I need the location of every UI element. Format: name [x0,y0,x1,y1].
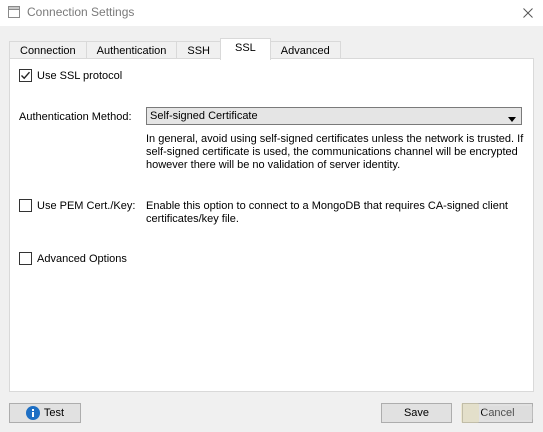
close-button[interactable] [513,0,543,26]
tab-strip: Connection Authentication SSH SSL Advanc… [9,38,341,60]
use-pem-row: Use PEM Cert./Key: [19,199,135,212]
chevron-down-icon [508,113,516,125]
use-ssl-checkbox[interactable] [19,69,32,82]
title-bar: Connection Settings [0,0,543,26]
use-pem-help: Enable this option to connect to a Mongo… [146,200,508,225]
test-button-label: Test [43,407,65,419]
tab-ssl[interactable]: SSL [220,38,271,60]
advanced-options-row: Advanced Options [19,252,127,265]
info-icon [25,406,40,420]
window-title: Connection Settings [27,5,135,19]
ssl-tab-panel: Use SSL protocol Authentication Method: … [9,58,534,392]
app-icon [8,6,20,18]
advanced-options-checkbox[interactable] [19,252,32,265]
advanced-options-label: Advanced Options [37,252,127,265]
auth-method-label: Authentication Method: [19,111,132,123]
auth-method-help: In general, avoid using self-signed cert… [146,133,524,171]
test-button[interactable]: Test [9,403,81,423]
cancel-button[interactable]: Cancel [462,403,533,423]
use-pem-checkbox[interactable] [19,199,32,212]
use-ssl-row: Use SSL protocol [19,69,122,82]
save-button-label: Save [403,407,430,419]
use-pem-label: Use PEM Cert./Key: [37,199,136,212]
close-icon [523,8,533,18]
use-ssl-label: Use SSL protocol [37,69,123,82]
cancel-button-label: Cancel [480,407,515,419]
checkmark-icon [21,71,31,80]
save-button[interactable]: Save [381,403,452,423]
auth-method-select[interactable]: Self-signed Certificate [146,107,522,125]
connection-settings-window: Connection Settings Connection Authentic… [0,0,543,432]
auth-method-value: Self-signed Certificate [150,110,258,122]
